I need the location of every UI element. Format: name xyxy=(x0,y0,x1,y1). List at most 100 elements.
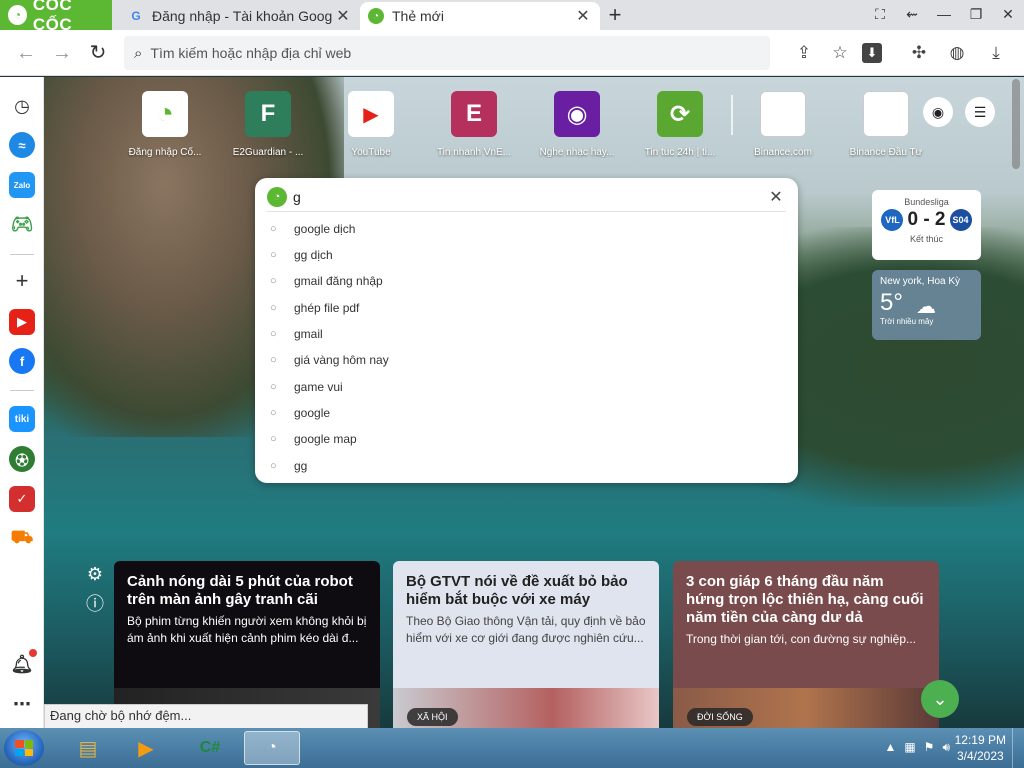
search-icon: ○ xyxy=(270,249,277,261)
speed-dial-item[interactable]: Binance Đầu Tư xyxy=(831,91,941,158)
search-icon: ○ xyxy=(270,223,277,235)
bochum-crest-icon: VfL xyxy=(881,209,904,231)
speed-dial-label: Binance Đầu Tư xyxy=(849,147,923,158)
clear-search-icon[interactable]: ✕ xyxy=(766,187,786,207)
google-icon: G xyxy=(131,9,141,23)
speed-dial-item[interactable]: ◉ Nghe nhạc hay... xyxy=(522,91,632,158)
more-icon[interactable]: ⋯ xyxy=(9,691,35,717)
checkmark-app-icon[interactable]: ✓ xyxy=(9,486,35,512)
news24h-icon: ⟳ xyxy=(657,91,703,137)
search-query-row[interactable]: ◔ g ✕ xyxy=(267,182,786,212)
csharp-editor-icon[interactable]: C# xyxy=(182,731,238,765)
media-player-icon[interactable]: ▶ xyxy=(118,731,174,765)
downloads-icon[interactable]: ⤓ xyxy=(982,39,1010,67)
account-icon[interactable]: ◉ xyxy=(923,97,953,127)
suggestion-item[interactable]: ○ giá vàng hôm nay xyxy=(270,350,389,370)
volume-icon[interactable]: 🔊︎ xyxy=(942,740,950,755)
schalke-crest-icon: S04 xyxy=(949,209,972,231)
youtube-icon[interactable]: ▶ xyxy=(9,309,35,335)
close-tab-icon[interactable]: ✕ xyxy=(334,6,352,26)
info-icon[interactable]: ⓘ xyxy=(84,593,106,615)
tab-title: Đăng nhập - Tài khoản Goog xyxy=(152,8,333,24)
speed-dial-item[interactable]: ⟳ Tin tuc 24h | ti... xyxy=(625,91,735,158)
system-clock[interactable]: 12:19 PM 3/4/2023 xyxy=(955,732,1006,764)
suggestion-item[interactable]: ○ google dịch xyxy=(270,219,355,239)
scroll-down-icon[interactable]: ⌄ xyxy=(921,680,959,718)
suggestion-item[interactable]: ○ google map xyxy=(270,429,357,449)
screenshot-icon[interactable]: ⛶ xyxy=(864,0,896,30)
scrollbar[interactable] xyxy=(1012,79,1020,169)
news-description: Trong thời gian tới, con đường sự nghiệp… xyxy=(686,632,917,646)
status-bar: Đang chờ bộ nhớ đệm... xyxy=(44,704,368,728)
show-desktop-button[interactable] xyxy=(1012,728,1024,768)
search-icon: ○ xyxy=(270,460,277,472)
speed-dial-item[interactable]: F E2Guardian - ... xyxy=(213,91,323,158)
coccoc-shield-icon[interactable]: ◍ xyxy=(943,39,971,67)
minimize-button[interactable]: — xyxy=(928,0,960,30)
coccoc-menu-button[interactable]: ◔ CỐC CỐC xyxy=(0,0,112,34)
close-window-button[interactable]: ✕ xyxy=(992,0,1024,30)
news-headline: Bộ GTVT nói về đề xuất bỏ bảo hiểm bắt b… xyxy=(406,573,628,608)
news-headline: Cảnh nóng dài 5 phút của robot trên màn … xyxy=(127,573,353,608)
start-button[interactable] xyxy=(4,730,44,766)
suggestion-item[interactable]: ○ ghép file pdf xyxy=(270,298,359,318)
news-card[interactable]: Bộ GTVT nói về đề xuất bỏ bảo hiểm bắt b… xyxy=(393,561,659,728)
news-category-tag[interactable]: XÃ HỘI xyxy=(407,708,458,726)
news-card[interactable]: Cảnh nóng dài 5 phút của robot trên màn … xyxy=(114,561,380,728)
football-icon[interactable]: ⚽︎ xyxy=(9,446,35,472)
news-description: Bộ phim từng khiến người xem không khỏi … xyxy=(127,614,367,645)
music-disc-icon: ◉ xyxy=(554,91,600,137)
suggestion-item[interactable]: ○ gmail xyxy=(270,324,323,344)
forward-button[interactable]: → xyxy=(48,39,76,67)
back-arrow-icon[interactable]: ⇜ xyxy=(896,0,928,30)
weather-widget[interactable]: New york, Hoa Kỳ 5° ☁ Trời nhiều mây xyxy=(872,270,981,340)
suggestion-item[interactable]: ○ google xyxy=(270,403,330,423)
speed-dial-item[interactable]: ▶ YouTube xyxy=(316,91,426,158)
search-query-text[interactable]: g xyxy=(293,189,766,205)
shopping-basket-icon[interactable]: ⛟ xyxy=(9,526,35,552)
clock-date: 3/4/2023 xyxy=(956,749,1004,763)
speed-dial-item[interactable]: E Tin nhanh VnE... xyxy=(419,91,529,158)
reload-button[interactable]: ↻ xyxy=(84,39,112,67)
football-score-widget[interactable]: Bundesliga VfL 0 - 2 S04 Kết thúc xyxy=(872,190,981,260)
speed-dial-item[interactable]: Binance.com xyxy=(728,91,838,158)
suggestion-item[interactable]: ○ gmail đăng nhập xyxy=(270,271,383,291)
notification-bell-icon[interactable]: 🔔︎ xyxy=(9,649,37,677)
tray-expand-icon[interactable]: ▲ xyxy=(884,740,896,755)
game-controller-icon[interactable]: 🎮︎ xyxy=(9,211,35,237)
suggestion-item[interactable]: ○ gg dịch xyxy=(270,245,333,265)
share-icon[interactable]: ⇪ xyxy=(790,39,818,67)
gear-icon[interactable]: ⚙ xyxy=(84,563,106,585)
bookmark-star-icon[interactable]: ☆ xyxy=(826,39,854,67)
extensions-icon[interactable]: ✣ xyxy=(905,39,933,67)
flag-error-icon[interactable]: ⚑ xyxy=(924,740,935,755)
new-tab-button[interactable]: + xyxy=(603,2,627,28)
settings-sliders-icon[interactable]: ☰ xyxy=(965,97,995,127)
zalo-icon[interactable]: Zalo xyxy=(9,172,35,198)
restore-button[interactable]: ❐ xyxy=(960,0,992,30)
add-shortcut-icon[interactable]: + xyxy=(9,268,35,294)
speed-dial-item[interactable]: ◔ Đăng nhập Cố... xyxy=(110,91,220,158)
broken-image-icon xyxy=(863,91,909,137)
address-bar[interactable]: ⌕ xyxy=(124,36,770,70)
suggestion-item[interactable]: ○ game vui xyxy=(270,377,343,397)
network-icon[interactable]: ▦ xyxy=(904,740,915,755)
messenger-icon[interactable]: ≈ xyxy=(9,132,35,158)
news-category-tag[interactable]: ĐỜI SỐNG xyxy=(687,708,753,726)
facebook-icon[interactable]: f xyxy=(9,348,35,374)
history-icon[interactable]: ◷ xyxy=(9,93,35,119)
tab-title: Thẻ mới xyxy=(392,8,444,24)
back-button[interactable]: ← xyxy=(12,39,40,67)
news-card[interactable]: 3 con giáp 6 tháng đầu năm hứng trọn lộc… xyxy=(673,561,939,728)
close-tab-icon[interactable]: ✕ xyxy=(574,6,592,26)
speed-dial-label: Binance.com xyxy=(754,147,812,158)
download-video-icon[interactable]: ⬇ xyxy=(862,43,882,63)
tab-google-login[interactable]: G Đăng nhập - Tài khoản Goog ✕ xyxy=(120,2,360,30)
broken-image-icon xyxy=(760,91,806,137)
coccoc-taskbar-icon[interactable]: ◔ xyxy=(244,731,300,765)
suggestion-item[interactable]: ○ gg xyxy=(270,456,307,476)
tiki-icon[interactable]: tiki xyxy=(9,406,35,432)
file-explorer-icon[interactable]: ▤ xyxy=(60,731,116,765)
tab-new-tab[interactable]: ◔ Thẻ mới ✕ xyxy=(360,2,600,30)
address-input[interactable] xyxy=(150,45,711,61)
